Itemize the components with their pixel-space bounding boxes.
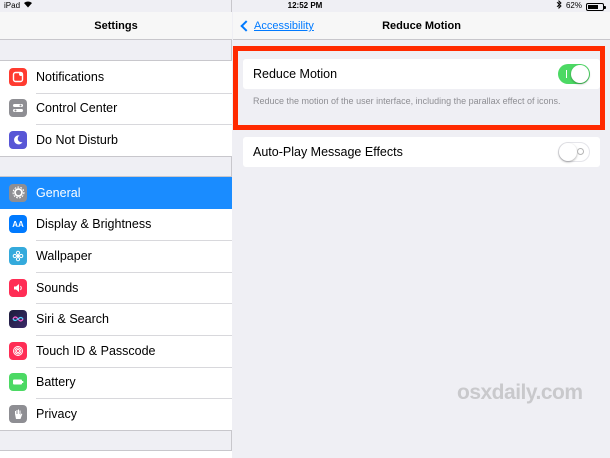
settings-row-privacy[interactable]: Privacy [0, 398, 232, 430]
autoplay-effects-cell: Auto-Play Message Effects [243, 137, 600, 167]
control-center-icon [9, 99, 27, 118]
settings-row-label: Control Center [36, 101, 118, 116]
settings-row-wallpaper[interactable]: Wallpaper [0, 240, 232, 272]
settings-row-battery[interactable]: Battery [0, 366, 232, 399]
settings-row-control-center[interactable]: Control Center [0, 92, 232, 125]
moon-icon [9, 130, 27, 149]
reduce-motion-label: Reduce Motion [253, 67, 338, 81]
toggle-on-mark [566, 70, 567, 78]
settings-row-display-brightness[interactable]: AA Display & Brightness [0, 209, 232, 241]
toggle-knob [571, 65, 589, 83]
settings-row-do-not-disturb[interactable]: Do Not Disturb [0, 124, 232, 156]
back-button-label: Accessibility [254, 20, 314, 32]
settings-group-1: Notifications Control Center Do Not Dist… [0, 60, 232, 157]
settings-row-label: Notifications [36, 69, 105, 84]
settings-row-sounds[interactable]: Sounds [0, 271, 232, 304]
bluetooth-icon [556, 0, 562, 12]
settings-group-3 [0, 450, 232, 458]
autoplay-effects-toggle[interactable] [558, 142, 590, 162]
settings-row-label: Do Not Disturb [36, 132, 118, 147]
settings-row-siri-search[interactable]: Siri & Search [0, 303, 232, 335]
notifications-icon [9, 67, 27, 86]
siri-icon [9, 310, 27, 329]
settings-row-label: Battery [36, 375, 76, 390]
reduce-motion-description: Reduce the motion of the user interface,… [253, 96, 561, 106]
settings-row-label: Display & Brightness [36, 217, 152, 232]
settings-row-label: Siri & Search [36, 312, 109, 327]
settings-group-2: General AA Display & Brightness Wallpape… [0, 176, 232, 431]
battery-icon [9, 373, 27, 392]
back-button[interactable]: Accessibility [239, 12, 314, 40]
sidebar-navbar: Settings [0, 12, 232, 40]
settings-row-label: General [36, 185, 81, 200]
speaker-icon [9, 278, 27, 297]
status-bar: iPad 12:52 PM 62% [0, 0, 610, 12]
settings-row-label: Wallpaper [36, 248, 92, 263]
settings-row-general[interactable]: General [0, 177, 232, 209]
settings-row-touch-id-passcode[interactable]: Touch ID & Passcode [0, 334, 232, 367]
status-right: 62% [556, 0, 606, 12]
hand-icon [9, 404, 27, 423]
gear-icon [9, 183, 27, 202]
battery-status-icon [586, 3, 606, 11]
detail-navbar: Reduce Motion Accessibility [233, 12, 610, 40]
wallpaper-icon [9, 246, 27, 265]
toggle-knob [559, 143, 577, 161]
display-icon: AA [9, 215, 27, 234]
chevron-left-icon [240, 20, 252, 32]
autoplay-effects-label: Auto-Play Message Effects [253, 145, 403, 159]
settings-row-label: Sounds [36, 280, 79, 295]
watermark: osxdaily.com [457, 381, 583, 404]
settings-row-notifications[interactable]: Notifications [0, 61, 232, 93]
reduce-motion-cell: Reduce Motion [243, 59, 600, 89]
settings-row-label: Touch ID & Passcode [36, 343, 156, 358]
settings-row-label: Privacy [36, 406, 77, 421]
sidebar-title: Settings [94, 20, 138, 32]
battery-fill [588, 5, 598, 9]
battery-percent: 62% [565, 1, 582, 10]
status-time: 12:52 PM [287, 1, 323, 10]
fingerprint-icon [9, 341, 27, 360]
settings-sidebar: Settings Notifications Control Center Do… [0, 0, 232, 458]
reduce-motion-toggle[interactable] [558, 64, 590, 84]
toggle-off-mark [577, 148, 584, 155]
